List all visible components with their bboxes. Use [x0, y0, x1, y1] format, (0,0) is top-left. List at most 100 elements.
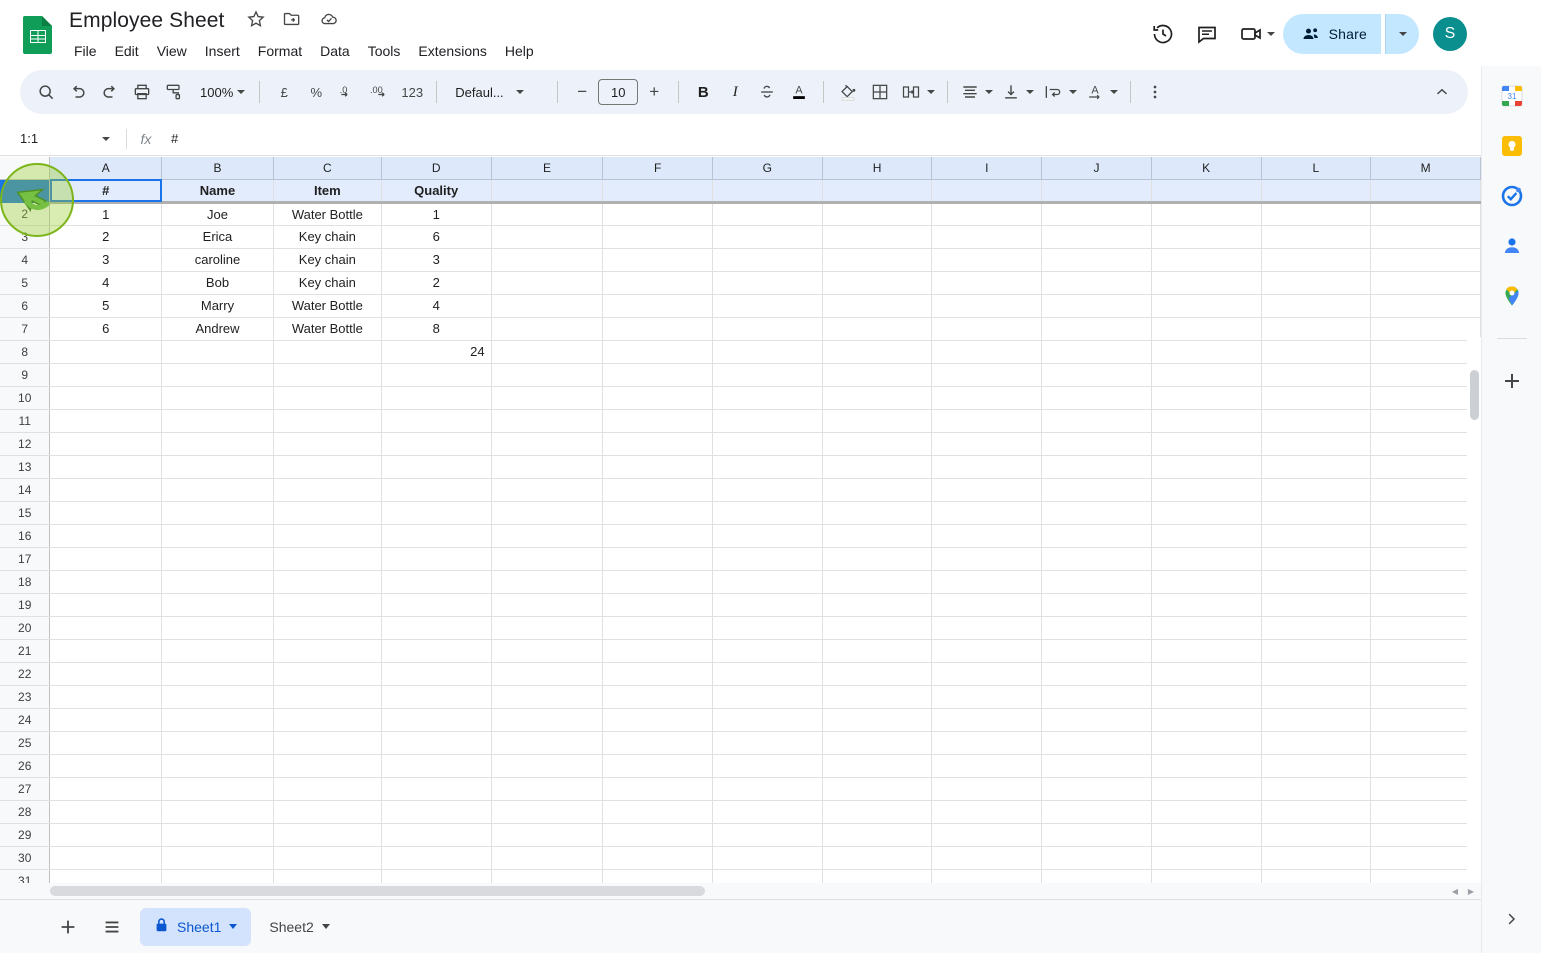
cell-L30[interactable]: [1261, 846, 1372, 870]
cell-I28[interactable]: [931, 800, 1043, 824]
more-options-icon[interactable]: [1139, 76, 1171, 108]
column-header-e[interactable]: E: [491, 157, 604, 180]
google-contacts-icon[interactable]: [1500, 234, 1524, 258]
cell-C25[interactable]: [273, 731, 382, 755]
cell-J3[interactable]: [1041, 225, 1152, 249]
cell-A3[interactable]: 2: [49, 225, 163, 249]
cell-L23[interactable]: [1261, 685, 1372, 709]
cell-G13[interactable]: [712, 455, 823, 479]
cell-B23[interactable]: [161, 685, 274, 709]
cell-A28[interactable]: [49, 800, 163, 824]
cell-A23[interactable]: [49, 685, 163, 709]
menu-item-tools[interactable]: Tools: [360, 38, 409, 64]
column-header-f[interactable]: F: [602, 157, 713, 180]
cell-K1[interactable]: [1151, 179, 1262, 204]
borders-icon[interactable]: [864, 76, 896, 108]
cell-A2[interactable]: 1: [49, 202, 163, 226]
cell-A22[interactable]: [49, 662, 163, 686]
meet-button[interactable]: [1231, 14, 1279, 54]
decrease-font-size-button[interactable]: −: [566, 76, 598, 108]
row-header-3[interactable]: 3: [0, 225, 51, 249]
percent-format-button[interactable]: %: [300, 76, 332, 108]
cell-F12[interactable]: [602, 432, 713, 456]
cell-L29[interactable]: [1261, 823, 1372, 847]
cell-E5[interactable]: [491, 271, 604, 295]
cell-F13[interactable]: [602, 455, 713, 479]
cell-E14[interactable]: [491, 478, 604, 502]
cell-G29[interactable]: [712, 823, 823, 847]
cell-M8[interactable]: [1370, 340, 1481, 364]
cell-J24[interactable]: [1041, 708, 1152, 732]
cell-M19[interactable]: [1370, 593, 1481, 617]
vertical-scroll-thumb[interactable]: [1470, 370, 1479, 420]
horizontal-scrollbar[interactable]: ◀ ▶: [0, 883, 1481, 899]
cell-H8[interactable]: [822, 340, 933, 364]
cell-J15[interactable]: [1041, 501, 1152, 525]
cell-B24[interactable]: [161, 708, 274, 732]
cell-C10[interactable]: [273, 386, 382, 410]
scroll-right-button[interactable]: ▶: [1465, 885, 1477, 897]
cell-I7[interactable]: [931, 317, 1043, 341]
cell-D9[interactable]: [381, 363, 492, 387]
cell-G15[interactable]: [712, 501, 823, 525]
cell-M12[interactable]: [1370, 432, 1481, 456]
column-header-c[interactable]: C: [273, 157, 382, 180]
redo-icon[interactable]: [94, 76, 126, 108]
cell-L19[interactable]: [1261, 593, 1372, 617]
cell-K8[interactable]: [1151, 340, 1262, 364]
cell-I15[interactable]: [931, 501, 1043, 525]
cell-A26[interactable]: [49, 754, 163, 778]
cell-D5[interactable]: 2: [381, 271, 492, 295]
row-header-15[interactable]: 15: [0, 501, 51, 525]
cell-L7[interactable]: [1261, 317, 1372, 341]
cell-F2[interactable]: [602, 202, 713, 226]
cell-H19[interactable]: [822, 593, 933, 617]
cell-J7[interactable]: [1041, 317, 1152, 341]
cell-J19[interactable]: [1041, 593, 1152, 617]
chevron-down-icon[interactable]: [927, 90, 936, 94]
cell-H23[interactable]: [822, 685, 933, 709]
star-icon[interactable]: [246, 9, 270, 33]
cell-K9[interactable]: [1151, 363, 1262, 387]
cell-L4[interactable]: [1261, 248, 1372, 272]
sheet-tab-sheet1[interactable]: Sheet1: [140, 907, 252, 946]
horizontal-align-icon[interactable]: [956, 76, 997, 108]
cell-H7[interactable]: [822, 317, 933, 341]
cell-B5[interactable]: Bob: [161, 271, 274, 295]
cell-G20[interactable]: [712, 616, 823, 640]
cell-C27[interactable]: [273, 777, 382, 801]
cell-E17[interactable]: [491, 547, 604, 571]
cell-G28[interactable]: [712, 800, 823, 824]
cell-M2[interactable]: [1370, 202, 1481, 226]
cell-J28[interactable]: [1041, 800, 1152, 824]
chevron-down-icon[interactable]: [1026, 90, 1035, 94]
cell-K13[interactable]: [1151, 455, 1262, 479]
move-to-folder-icon[interactable]: [282, 9, 306, 33]
cell-K15[interactable]: [1151, 501, 1262, 525]
text-rotation-icon[interactable]: A: [1081, 76, 1122, 108]
cell-G10[interactable]: [712, 386, 823, 410]
cell-A25[interactable]: [49, 731, 163, 755]
cell-A21[interactable]: [49, 639, 163, 663]
row-header-5[interactable]: 5: [0, 271, 51, 295]
undo-icon[interactable]: [62, 76, 94, 108]
menu-item-file[interactable]: File: [66, 38, 105, 64]
cell-G14[interactable]: [712, 478, 823, 502]
cell-H26[interactable]: [822, 754, 933, 778]
cell-G12[interactable]: [712, 432, 823, 456]
cell-F10[interactable]: [602, 386, 713, 410]
row-header-10[interactable]: 10: [0, 386, 51, 410]
cell-L20[interactable]: [1261, 616, 1372, 640]
merge-cells-icon[interactable]: [896, 76, 939, 108]
cell-H5[interactable]: [822, 271, 933, 295]
cell-A15[interactable]: [49, 501, 163, 525]
all-sheets-icon[interactable]: [92, 907, 132, 947]
row-header-18[interactable]: 18: [0, 570, 51, 594]
menu-item-help[interactable]: Help: [497, 38, 542, 64]
cell-K14[interactable]: [1151, 478, 1262, 502]
cell-G18[interactable]: [712, 570, 823, 594]
cell-H12[interactable]: [822, 432, 933, 456]
cell-F18[interactable]: [602, 570, 713, 594]
cell-M23[interactable]: [1370, 685, 1481, 709]
cell-F19[interactable]: [602, 593, 713, 617]
